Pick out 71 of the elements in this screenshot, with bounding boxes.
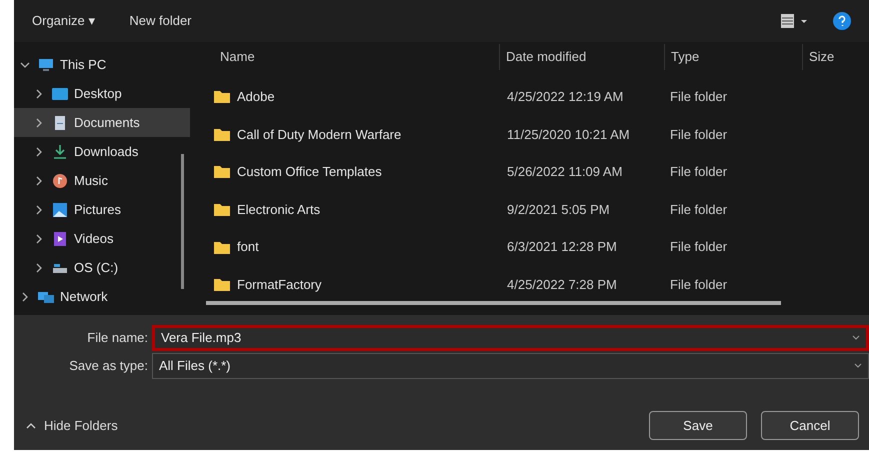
file-name[interactable]: font bbox=[237, 237, 259, 257]
nav-item[interactable]: Documents bbox=[14, 108, 190, 137]
chevron-down-icon[interactable] bbox=[20, 60, 32, 70]
help-icon[interactable] bbox=[833, 12, 851, 30]
date-cell-text: 9/2/2021 5:05 PM bbox=[506, 200, 611, 219]
file-name[interactable]: Electronic Arts bbox=[237, 200, 320, 220]
nav-label: This PC bbox=[60, 56, 106, 74]
folder-icon bbox=[214, 203, 230, 216]
dialog-button[interactable]: Save bbox=[649, 411, 747, 440]
nav-item[interactable]: Network bbox=[14, 282, 190, 311]
column-header[interactable]: Type bbox=[671, 47, 700, 67]
desktop-icon bbox=[52, 86, 68, 100]
hide-folders-button[interactable]: Hide Folders bbox=[14, 416, 118, 436]
date-cell-text: 6/3/2021 12:28 PM bbox=[506, 238, 618, 256]
monitor-icon bbox=[38, 58, 54, 72]
nav-label: Documents bbox=[74, 114, 140, 132]
file-name[interactable]: FormatFactory bbox=[237, 275, 322, 295]
file-name[interactable]: Call of Duty Modern Warfare bbox=[237, 124, 402, 144]
dialog-button[interactable]: Cancel bbox=[761, 411, 859, 440]
nav-item[interactable]: Desktop bbox=[14, 79, 190, 108]
folder-icon bbox=[214, 165, 230, 178]
nav-item[interactable]: Pictures bbox=[14, 195, 190, 224]
type-cell-text: File folder bbox=[669, 200, 728, 219]
date-cell-text: 4/25/2022 12:19 AM bbox=[506, 88, 624, 106]
column-header[interactable]: Date modified bbox=[506, 47, 586, 67]
nav-label: OS (C:) bbox=[74, 258, 118, 277]
column-header[interactable]: Size bbox=[809, 47, 834, 67]
combo-field[interactable]: Vera File.mp3 bbox=[152, 325, 869, 351]
field-label: File name: bbox=[86, 329, 148, 348]
type-cell-text: File folder bbox=[669, 88, 728, 106]
date-cell-text: 11/25/2020 10:21 AM bbox=[506, 126, 631, 144]
picture-icon bbox=[52, 202, 68, 216]
nav-label: Pictures bbox=[74, 200, 121, 219]
horizontal-scrollbar[interactable] bbox=[206, 301, 781, 305]
nav-item[interactable]: Music bbox=[14, 166, 190, 195]
nav-item[interactable]: This PC bbox=[14, 50, 190, 79]
type-cell-text: File folder bbox=[669, 163, 728, 182]
scrollbar-thumb[interactable] bbox=[181, 154, 184, 289]
folder-icon bbox=[214, 240, 230, 254]
music-icon bbox=[52, 174, 68, 188]
field-value: All Files (*.*) bbox=[159, 357, 232, 376]
nav-item[interactable]: Downloads bbox=[14, 137, 190, 166]
nav-label: Music bbox=[74, 172, 108, 190]
download-icon bbox=[52, 144, 68, 158]
type-cell-text: File folder bbox=[669, 276, 728, 294]
combo-field[interactable]: All Files (*.*) bbox=[152, 353, 869, 379]
type-cell-text: File folder bbox=[669, 238, 728, 256]
type-cell-text: File folder bbox=[669, 126, 728, 144]
chevron-up-icon bbox=[26, 420, 36, 430]
field-value: Vera File.mp3 bbox=[161, 329, 242, 348]
network-icon bbox=[38, 290, 54, 304]
nav-label: Desktop bbox=[74, 84, 122, 103]
date-cell-text: 4/25/2022 7:28 PM bbox=[506, 276, 618, 294]
folder-icon bbox=[214, 278, 230, 292]
nav-label: Network bbox=[60, 288, 108, 306]
nav-label: Videos bbox=[74, 230, 114, 248]
document-icon bbox=[52, 116, 68, 130]
organize-button[interactable]: Organize ▾ bbox=[32, 11, 96, 31]
column-header[interactable]: Name bbox=[220, 47, 255, 67]
nav-item[interactable]: Videos bbox=[14, 224, 190, 253]
file-name[interactable]: Custom Office Templates bbox=[237, 162, 382, 182]
new-folder-button[interactable]: New folder bbox=[129, 11, 192, 31]
folder-icon bbox=[214, 90, 230, 104]
nav-item[interactable]: OS (C:) bbox=[14, 253, 190, 282]
video-icon bbox=[52, 232, 68, 246]
folder-icon bbox=[214, 128, 230, 141]
date-cell-text: 5/26/2022 11:09 AM bbox=[506, 163, 624, 182]
field-label: Save as type: bbox=[68, 357, 148, 376]
file-name[interactable]: Adobe bbox=[237, 87, 275, 107]
view-options-icon[interactable] bbox=[781, 14, 809, 28]
nav-label: Downloads bbox=[74, 142, 138, 161]
